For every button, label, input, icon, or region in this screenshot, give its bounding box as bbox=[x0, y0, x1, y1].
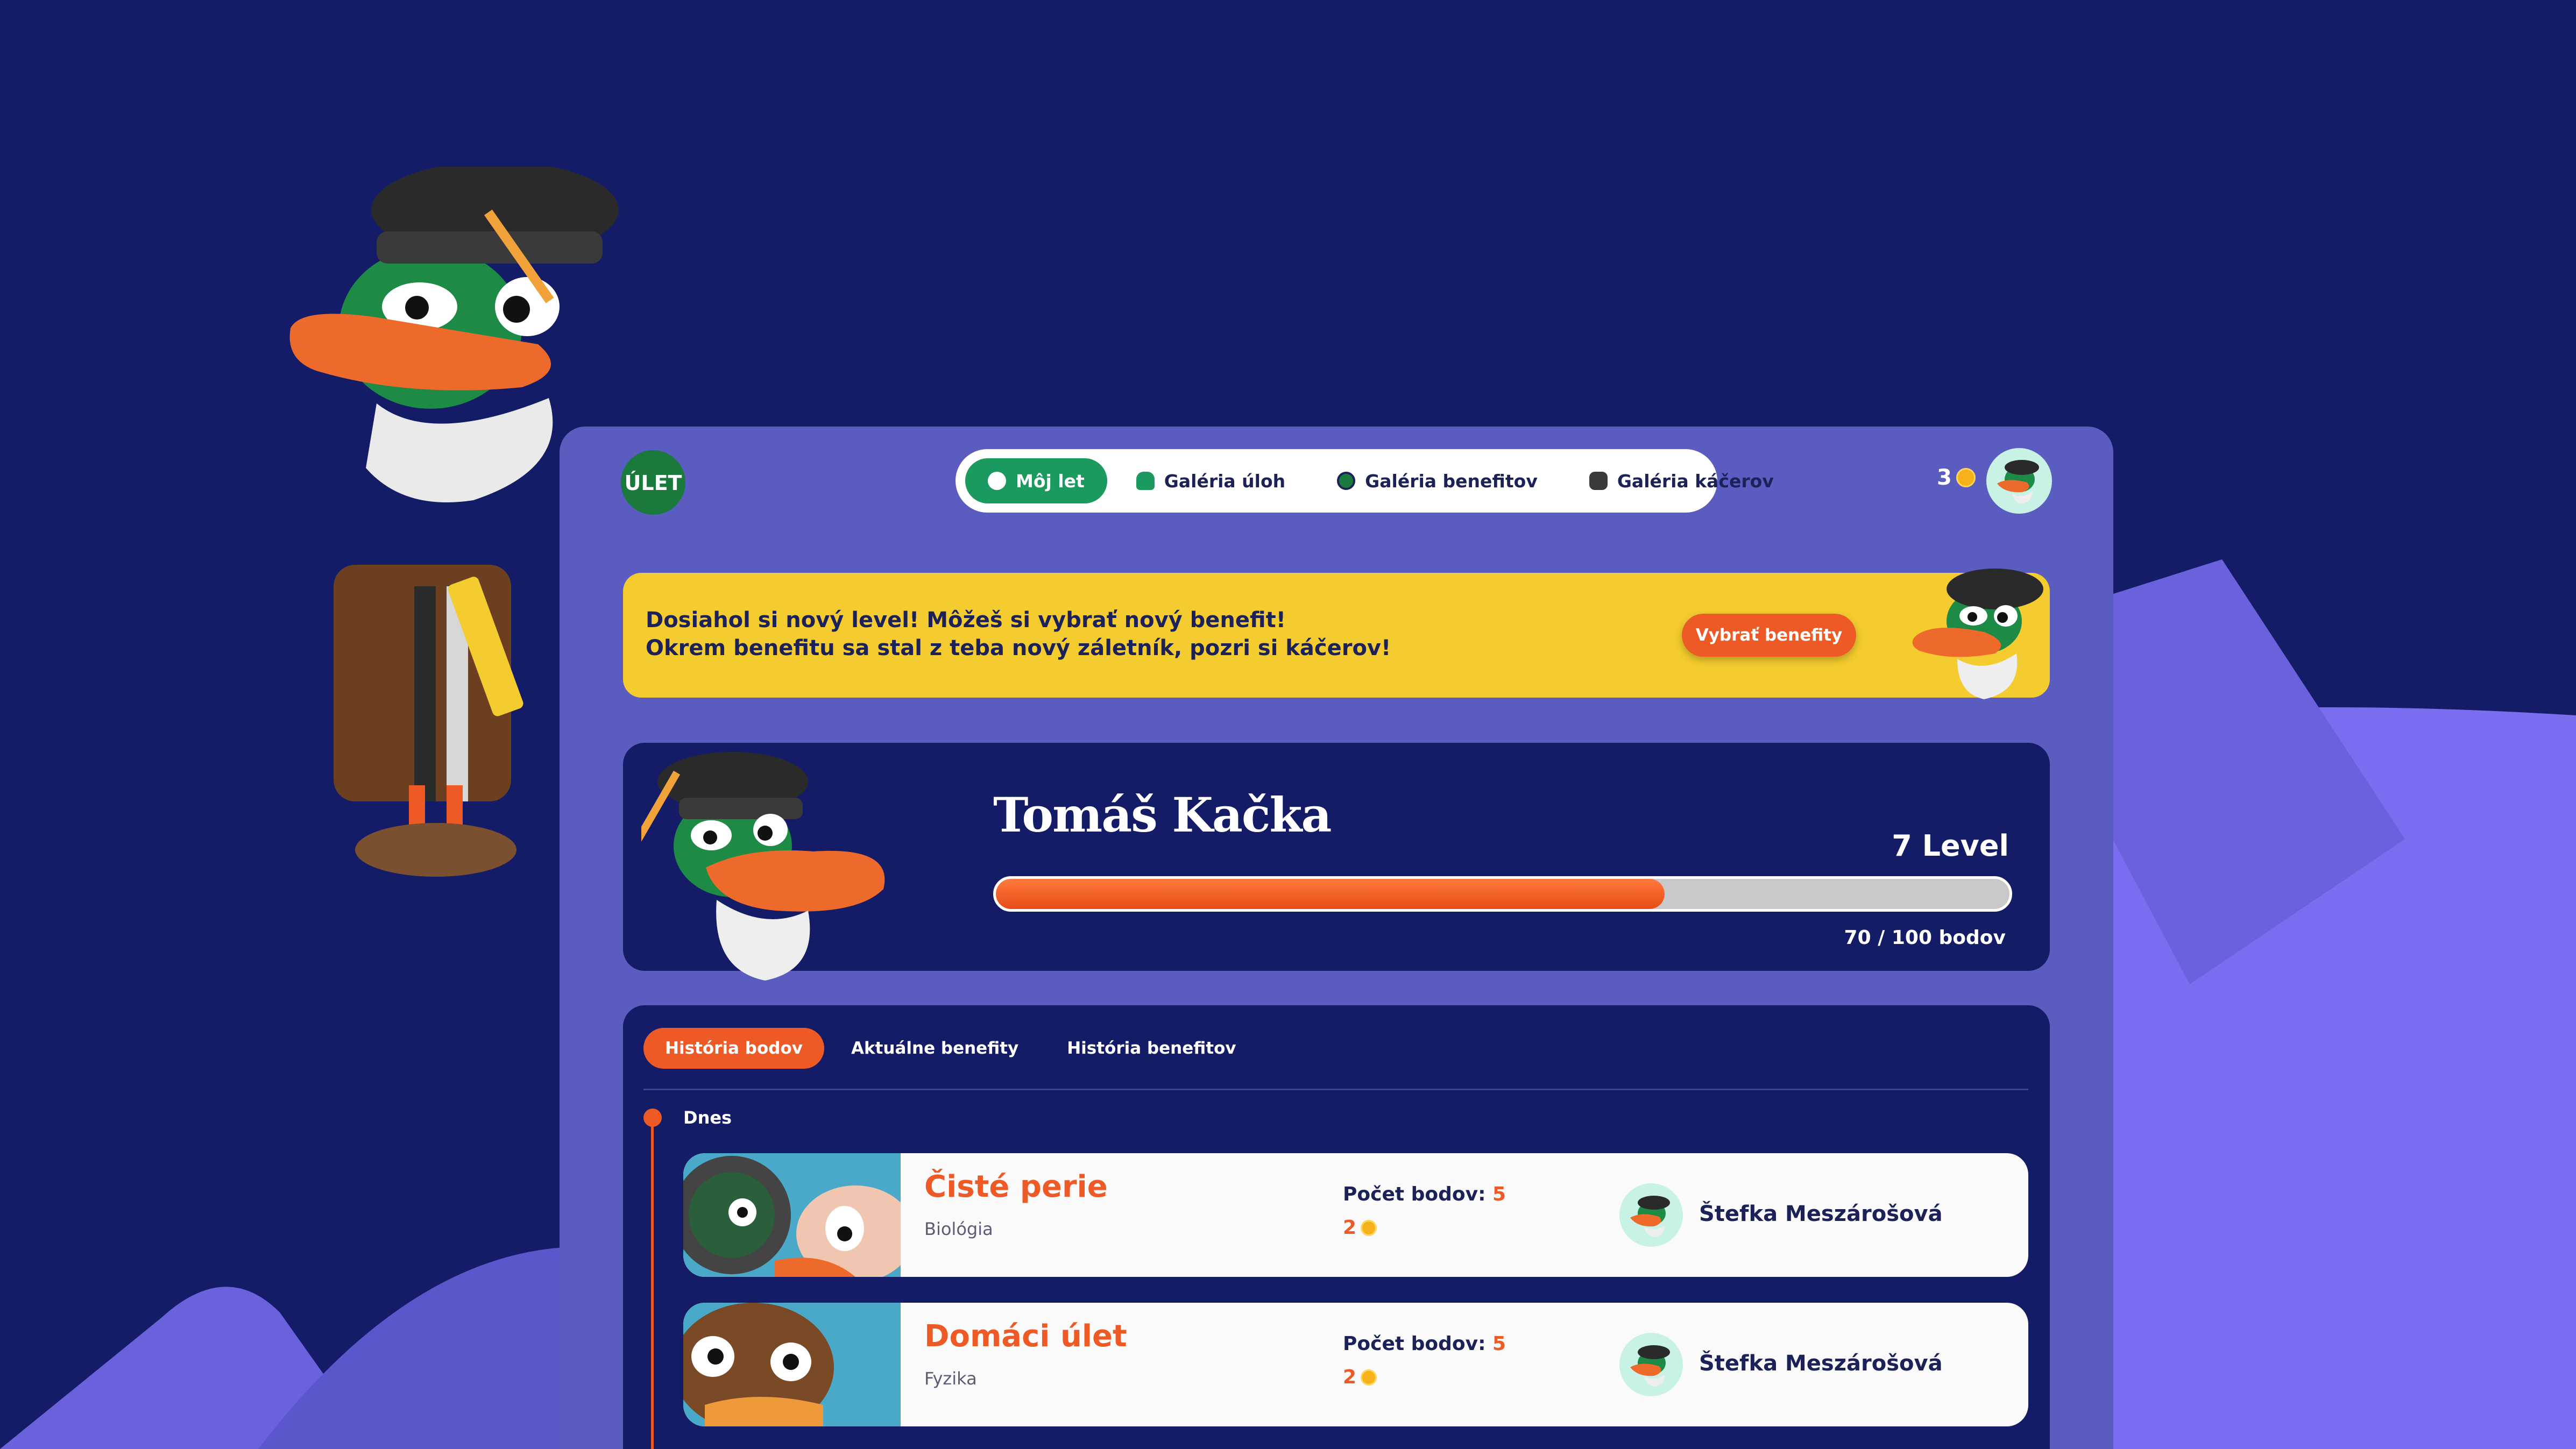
tab-historia-benefitov[interactable]: História benefitov bbox=[1045, 1028, 1257, 1069]
duck-avatar-icon bbox=[1630, 1345, 1670, 1387]
task-coins: 2 bbox=[1343, 1366, 1377, 1388]
duck-avatar-icon bbox=[1997, 460, 2039, 504]
coins-value: 2 bbox=[1343, 1366, 1357, 1388]
task-coins: 2 bbox=[1343, 1217, 1377, 1239]
banner-line-2: Okrem benefitu sa stal z teba nový zálet… bbox=[646, 636, 1391, 660]
coins-value: 2 bbox=[1343, 1217, 1357, 1239]
points-label: Počet bodov: bbox=[1343, 1183, 1486, 1205]
task-points: Počet bodov: 5 bbox=[1343, 1333, 1506, 1355]
duck-head-icon bbox=[988, 472, 1006, 490]
level-label: 7 Level bbox=[1892, 829, 2009, 863]
history-item[interactable]: Čisté perie Biológia Počet bodov: 5 2 Št… bbox=[683, 1153, 2028, 1277]
points-value: 5 bbox=[1492, 1183, 1506, 1205]
coin-icon bbox=[1361, 1219, 1377, 1236]
history-item[interactable]: Domáci úlet Fyzika Počet bodov: 5 2 Štef… bbox=[683, 1303, 2028, 1426]
level-up-banner: Dosiahol si nový level! Môžeš si vybrať … bbox=[623, 569, 2050, 699]
level-progress-bar bbox=[993, 876, 2012, 912]
app-window: ÚLET Môj let Galéria úloh Galéria benefi… bbox=[560, 427, 2113, 1449]
teacher-avatar bbox=[1619, 1183, 1683, 1247]
nav-item-galeria-kacerov[interactable]: Galéria káčerov bbox=[1567, 458, 1796, 503]
coin-balance: 3 bbox=[1937, 465, 1976, 490]
badge-icon bbox=[1337, 472, 1356, 490]
bell-icon bbox=[1136, 472, 1155, 490]
timeline-line bbox=[651, 1118, 654, 1449]
nav-item-galeria-uloh[interactable]: Galéria úloh bbox=[1114, 458, 1308, 503]
nav-label: Môj let bbox=[1016, 470, 1085, 492]
duck-mascot-icon bbox=[1912, 569, 2043, 699]
points-label: Počet bodov: bbox=[1343, 1333, 1486, 1355]
history-tabs: História bodov Aktuálne benefity Históri… bbox=[643, 1028, 1258, 1069]
task-thumbnail bbox=[683, 1303, 901, 1426]
logo-text: ÚLET bbox=[625, 471, 682, 495]
timeline-day-label: Dnes bbox=[683, 1107, 732, 1128]
banner-message: Dosiahol si nový level! Môžeš si vybrať … bbox=[646, 606, 1391, 662]
profile-duck-illustration bbox=[641, 752, 885, 981]
level-progress-fill bbox=[996, 879, 1665, 909]
coin-icon bbox=[1956, 468, 1976, 487]
tab-aktualne-benefity[interactable]: Aktuálne benefity bbox=[830, 1028, 1040, 1069]
teacher-avatar bbox=[1619, 1333, 1683, 1396]
points-progress-text: 70 / 100 bodov bbox=[1844, 927, 2006, 949]
task-title: Domáci úlet bbox=[924, 1319, 1127, 1354]
main-navigation: Môj let Galéria úloh Galéria benefitov G… bbox=[956, 449, 1774, 513]
teacher-name: Štefka Meszárošová bbox=[1699, 1351, 1943, 1376]
banner-line-1: Dosiahol si nový level! Môžeš si vybrať … bbox=[646, 608, 1286, 633]
user-avatar[interactable] bbox=[1986, 448, 2052, 514]
profile-name: Tomáš Kačka bbox=[993, 787, 1332, 843]
task-subject: Biológia bbox=[924, 1219, 993, 1239]
duck-hat-icon bbox=[1589, 472, 1608, 490]
ulet-logo[interactable]: ÚLET bbox=[620, 449, 687, 516]
nav-label: Galéria káčerov bbox=[1617, 470, 1774, 492]
task-subject: Fyzika bbox=[924, 1368, 977, 1389]
coin-icon bbox=[1361, 1369, 1377, 1386]
nav-label: Galéria benefitov bbox=[1365, 470, 1538, 492]
tabs-divider bbox=[643, 1089, 2028, 1090]
duck-avatar-icon bbox=[1630, 1196, 1670, 1237]
nav-label: Galéria úloh bbox=[1164, 470, 1286, 492]
timeline-dot bbox=[643, 1109, 662, 1127]
points-value: 5 bbox=[1492, 1333, 1506, 1355]
history-panel: História bodov Aktuálne benefity Históri… bbox=[623, 1005, 2050, 1449]
teacher-name: Štefka Meszárošová bbox=[1699, 1202, 1943, 1226]
coin-count: 3 bbox=[1937, 465, 1952, 490]
profile-card: Tomáš Kačka 7 Level 70 / 100 bodov bbox=[623, 743, 2050, 981]
task-points: Počet bodov: 5 bbox=[1343, 1183, 1506, 1205]
task-title: Čisté perie bbox=[924, 1169, 1108, 1204]
nav-item-moj-let[interactable]: Môj let bbox=[965, 458, 1107, 503]
task-thumbnail bbox=[683, 1153, 901, 1277]
nav-item-galeria-benefitov[interactable]: Galéria benefitov bbox=[1314, 458, 1560, 503]
tab-historia-bodov[interactable]: História bodov bbox=[643, 1028, 824, 1069]
choose-benefits-button[interactable]: Vybrať benefity bbox=[1682, 614, 1856, 657]
